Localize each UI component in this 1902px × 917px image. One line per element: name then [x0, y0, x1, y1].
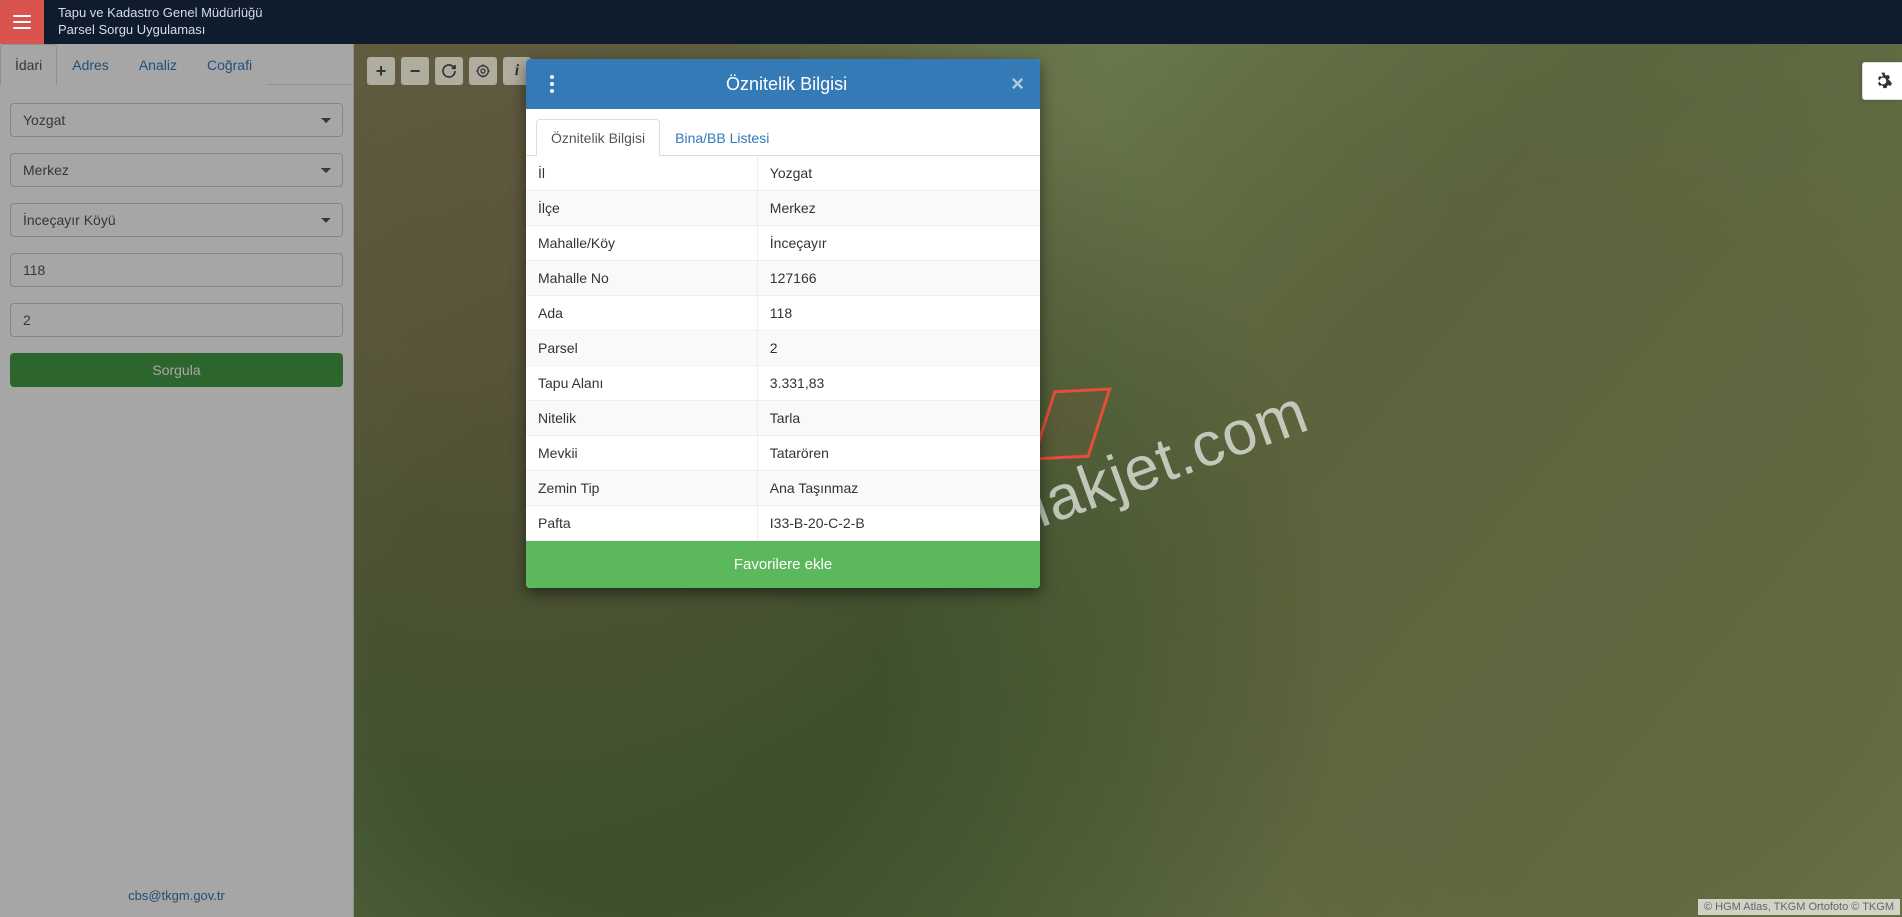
modal-tab[interactable]: Öznitelik Bilgisi	[536, 119, 660, 156]
kebab-icon	[550, 75, 554, 79]
attr-value: 2	[757, 331, 1040, 366]
attr-key: Tapu Alanı	[526, 366, 757, 401]
table-row: Parsel2	[526, 331, 1040, 366]
sidebar-tab-adres[interactable]: Adres	[57, 44, 124, 85]
il-select[interactable]: Yozgat	[10, 103, 343, 137]
locate-button[interactable]	[469, 57, 497, 85]
attr-key: Parsel	[526, 331, 757, 366]
sidebar: İdariAdresAnalizCoğrafi Yozgat Merkez İn…	[0, 44, 354, 917]
attr-key: Pafta	[526, 506, 757, 541]
sidebar-tab-analiz[interactable]: Analiz	[124, 44, 192, 85]
close-icon: ×	[1011, 71, 1024, 96]
attr-key: Nitelik	[526, 401, 757, 436]
attr-key: Zemin Tip	[526, 471, 757, 506]
refresh-icon	[441, 63, 457, 79]
table-row: Tapu Alanı3.331,83	[526, 366, 1040, 401]
menu-toggle-button[interactable]	[0, 0, 44, 44]
table-row: Zemin TipAna Taşınmaz	[526, 471, 1040, 506]
attr-key: Mahalle/Köy	[526, 226, 757, 261]
gear-icon	[1873, 71, 1893, 91]
attr-key: İlçe	[526, 191, 757, 226]
attribute-modal: Öznitelik Bilgisi × Öznitelik BilgisiBin…	[526, 59, 1040, 588]
table-row: Mahalle/Köyİnceçayır	[526, 226, 1040, 261]
zoom-in-button[interactable]: +	[367, 57, 395, 85]
sidebar-tabs: İdariAdresAnalizCoğrafi	[0, 44, 353, 85]
attr-value: Tatarören	[757, 436, 1040, 471]
attr-value: İnceçayır	[757, 226, 1040, 261]
parsel-input[interactable]	[10, 303, 343, 337]
modal-header[interactable]: Öznitelik Bilgisi ×	[526, 59, 1040, 109]
map-attribution: © HGM Atlas, TKGM Ortofoto © TKGM	[1698, 899, 1900, 915]
mahalle-select[interactable]: İnceçayır Köyü	[10, 203, 343, 237]
attr-key: Mahalle No	[526, 261, 757, 296]
ilce-select[interactable]: Merkez	[10, 153, 343, 187]
attr-key: İl	[526, 156, 757, 191]
attr-value: Merkez	[757, 191, 1040, 226]
modal-tabs: Öznitelik BilgisiBina/BB Listesi	[526, 109, 1040, 156]
minus-icon: −	[410, 62, 421, 80]
sidebar-tab-i̇dari[interactable]: İdari	[0, 44, 57, 85]
modal-menu-button[interactable]	[542, 69, 562, 99]
app-title-line2: Parsel Sorgu Uygulaması	[58, 22, 263, 39]
ada-input[interactable]	[10, 253, 343, 287]
modal-tab[interactable]: Bina/BB Listesi	[660, 119, 784, 156]
navbar: Tapu ve Kadastro Genel Müdürlüğü Parsel …	[0, 0, 1902, 44]
table-row: İlYozgat	[526, 156, 1040, 191]
sorgula-button[interactable]: Sorgula	[10, 353, 343, 387]
sidebar-tab-coğrafi[interactable]: Coğrafi	[192, 44, 267, 85]
attr-value: Yozgat	[757, 156, 1040, 191]
table-row: Ada118	[526, 296, 1040, 331]
table-row: NitelikTarla	[526, 401, 1040, 436]
sidebar-form: Yozgat Merkez İnceçayır Köyü Sorgula	[0, 85, 353, 397]
hamburger-icon	[13, 15, 31, 29]
table-row: PaftaI33-B-20-C-2-B	[526, 506, 1040, 541]
attribute-table: İlYozgatİlçeMerkezMahalle/KöyİnceçayırMa…	[526, 156, 1040, 541]
attr-value: Ana Taşınmaz	[757, 471, 1040, 506]
modal-title: Öznitelik Bilgisi	[562, 74, 1011, 95]
table-row: MevkiiTatarören	[526, 436, 1040, 471]
attr-value: Tarla	[757, 401, 1040, 436]
locate-icon	[475, 63, 491, 79]
attr-key: Mevkii	[526, 436, 757, 471]
modal-close-button[interactable]: ×	[1011, 73, 1024, 95]
footer-email-link[interactable]: cbs@tkgm.gov.tr	[128, 888, 225, 903]
attr-value: 118	[757, 296, 1040, 331]
sidebar-footer: cbs@tkgm.gov.tr	[0, 874, 353, 917]
refresh-button[interactable]	[435, 57, 463, 85]
zoom-out-button[interactable]: −	[401, 57, 429, 85]
attr-value: 3.331,83	[757, 366, 1040, 401]
map-toolbar: + − i	[367, 57, 531, 85]
settings-button[interactable]	[1862, 62, 1902, 100]
table-row: Mahalle No127166	[526, 261, 1040, 296]
add-favorite-button[interactable]: Favorilere ekle	[526, 541, 1040, 588]
app-title-line1: Tapu ve Kadastro Genel Müdürlüğü	[58, 5, 263, 22]
table-row: İlçeMerkez	[526, 191, 1040, 226]
attr-value: I33-B-20-C-2-B	[757, 506, 1040, 541]
attr-value: 127166	[757, 261, 1040, 296]
info-icon: i	[515, 63, 519, 79]
plus-icon: +	[376, 62, 387, 80]
attr-key: Ada	[526, 296, 757, 331]
navbar-titles: Tapu ve Kadastro Genel Müdürlüğü Parsel …	[58, 5, 263, 39]
